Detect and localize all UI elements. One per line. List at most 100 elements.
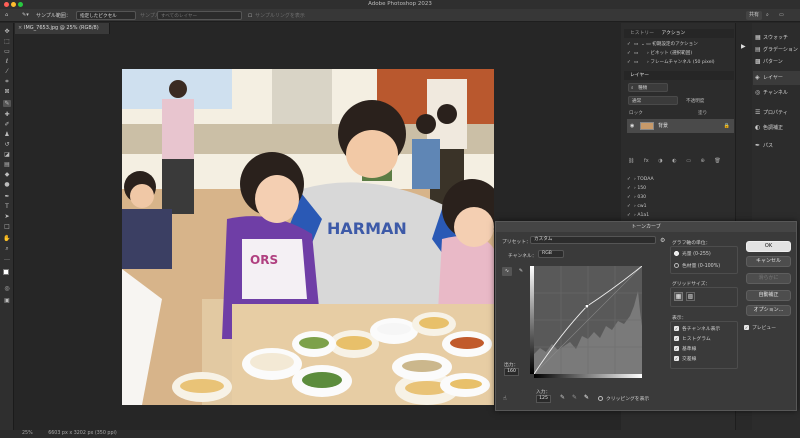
side-panel-properties[interactable]: ☰ プロパティ [753, 106, 800, 120]
brush-tool-icon[interactable]: ✐ [3, 121, 11, 128]
list-item[interactable]: ✓ › 150 [627, 185, 646, 192]
layer-kind-filter[interactable]: ⌕ 種類 [628, 83, 668, 92]
zoom-tool-icon[interactable]: ⌕ [3, 245, 11, 252]
share-button[interactable]: 共有 [746, 11, 763, 20]
blur-tool-icon[interactable]: ◆ [3, 171, 11, 178]
history-brush-icon[interactable]: ↺ [3, 141, 11, 148]
list-item[interactable]: ✓ › TODAA [627, 176, 654, 183]
document-image[interactable]: HARMAN ORS [122, 69, 494, 405]
sample-layers-select[interactable]: すべてのレイヤー [157, 11, 242, 20]
rectangle-tool-icon[interactable]: □ [3, 223, 11, 230]
screen-mode-icon[interactable]: ▣ [3, 297, 11, 304]
foreground-color-swatch[interactable] [3, 269, 9, 275]
lock-icon: 🔒 [723, 123, 730, 129]
eraser-tool-icon[interactable]: ◪ [3, 151, 11, 158]
side-panel-patterns[interactable]: ▩ パターン [753, 55, 800, 69]
eyedropper-tool-icon[interactable]: ✎▾ [22, 12, 29, 18]
move-tool-icon[interactable]: ✥ [3, 28, 11, 35]
quick-select-tool-icon[interactable]: ⁄ [3, 68, 11, 75]
action-set-expand-icon[interactable]: ⌄ ▭ [641, 42, 652, 47]
close-window-icon[interactable] [4, 2, 9, 7]
tab-history[interactable]: ヒストリー [630, 31, 654, 36]
action-row[interactable]: ✓ ▭ › フレームチャンネル (50 pixel) [627, 59, 715, 67]
marquee-tool-icon[interactable]: ▭ [3, 48, 11, 55]
blend-mode-select[interactable]: 通常 [628, 96, 678, 105]
tab-actions[interactable]: アクション [662, 31, 686, 36]
folder-icon[interactable]: ▭ [686, 158, 691, 164]
list-item[interactable]: ✓ › A1a1 [627, 212, 649, 219]
action-set-row[interactable]: ✓ ▭ ⌄ ▭ 初期設定のアクション [627, 41, 698, 49]
zoom-level[interactable]: 25% [22, 431, 33, 436]
document-tab[interactable]: × IMG_7653.jpg @ 25% (RGB/8) [15, 23, 110, 34]
grid-simple-icon[interactable]: ▦ [674, 292, 683, 301]
light-radio[interactable]: 光量 (0-255) [674, 250, 711, 257]
zoom-window-icon[interactable] [18, 2, 23, 7]
quick-mask-icon[interactable]: ◎ [3, 285, 11, 292]
tab-layers[interactable]: レイヤー [630, 73, 649, 78]
sample-ring-checkbox[interactable]: ☐ サンプルリングを表示 [248, 12, 305, 19]
grid-detailed-icon[interactable]: ▩ [686, 292, 695, 301]
adjustment-icon[interactable]: ◐ [672, 158, 676, 164]
curves-graph[interactable] [534, 266, 642, 378]
output-value-field[interactable]: 160 [504, 368, 519, 376]
action-row[interactable]: ✓ ▭ › ビネット (選択範囲) [627, 50, 692, 58]
curve-control-point[interactable] [585, 304, 589, 308]
crop-tool-icon[interactable]: ⌗ [3, 78, 11, 85]
gradient-tool-icon[interactable]: ▤ [3, 161, 11, 168]
lasso-tool-icon[interactable]: ℓ [3, 58, 11, 65]
pigment-radio[interactable]: 色材量 (0-100%) [674, 262, 720, 269]
show-channel-overlays-checkbox[interactable]: ✓ 各チャンネル表示 [674, 325, 720, 332]
more-tools-icon[interactable]: … [3, 255, 11, 262]
path-select-icon[interactable]: ➤ [3, 213, 11, 220]
layer-row-background[interactable]: ◉ 背景 🔒 [627, 119, 734, 133]
target-adjust-icon[interactable]: ☝ [503, 395, 507, 402]
minimize-window-icon[interactable] [11, 2, 16, 7]
workspace-icon[interactable]: ▭ [779, 12, 784, 18]
curve-point-tool-icon[interactable]: ∿ [502, 267, 512, 276]
clone-stamp-icon[interactable]: ♟ [3, 131, 11, 138]
trash-icon[interactable]: 🗑 [714, 158, 720, 164]
close-tab-icon[interactable]: × [18, 23, 22, 34]
link-icon[interactable]: ⛓ [628, 158, 634, 164]
mask-icon[interactable]: ◑ [658, 158, 662, 164]
side-panel-layers[interactable]: ◈ レイヤー [753, 71, 800, 85]
pencil-draw-icon[interactable]: ✎ [516, 267, 526, 276]
list-item[interactable]: ✓ › cw1 [627, 203, 647, 210]
channel-select[interactable]: RGB [538, 250, 564, 258]
gray-point-eyedropper-icon[interactable]: ✎ [572, 394, 577, 401]
pen-tool-icon[interactable]: ✒ [3, 193, 11, 200]
preset-select[interactable]: カスタム [530, 236, 656, 244]
cancel-button[interactable]: キャンセル [746, 256, 791, 267]
visibility-eye-icon[interactable]: ◉ [630, 119, 634, 133]
smooth-button[interactable]: 滑らかに [746, 273, 791, 284]
preset-options-icon[interactable]: ⚙ [660, 237, 665, 244]
preview-checkbox[interactable]: ✓ プレビュー [744, 324, 776, 331]
new-layer-icon[interactable]: ⊕ [701, 158, 705, 164]
home-icon[interactable]: ⌂ [5, 12, 8, 18]
healing-brush-icon[interactable]: ✚ [3, 111, 11, 118]
auto-button[interactable]: 自動補正 [746, 290, 791, 301]
dodge-tool-icon[interactable]: ● [3, 181, 11, 188]
type-tool-icon[interactable]: T [3, 203, 11, 210]
play-icon[interactable]: ▶ [741, 43, 746, 50]
sample-size-select[interactable]: 指定したピクセル [76, 11, 136, 20]
side-panel-channels[interactable]: ◎ チャンネル [753, 86, 800, 100]
options-button[interactable]: オプション... [746, 305, 791, 316]
show-histogram-checkbox[interactable]: ✓ ヒストグラム [674, 335, 711, 342]
show-intersection-checkbox[interactable]: ✓ 交差線 [674, 355, 696, 362]
white-point-eyedropper-icon[interactable]: ✎ [584, 394, 589, 401]
artboard-tool-icon[interactable]: ⬚ [3, 38, 11, 45]
frame-tool-icon[interactable]: ⊠ [3, 88, 11, 95]
list-item[interactable]: ✓ › 030 [627, 194, 646, 201]
ok-button[interactable]: OK [746, 241, 791, 252]
side-panel-paths[interactable]: ✒ パス [753, 139, 800, 153]
side-panel-adjustments[interactable]: ◐ 色調補正 [753, 121, 800, 135]
hand-tool-icon[interactable]: ✋ [3, 235, 11, 242]
show-clipping-checkbox[interactable]: クリッピングを表示 [598, 395, 649, 402]
eyedropper-icon[interactable]: ✎ [3, 100, 11, 107]
search-icon[interactable]: ⌕ [766, 12, 769, 18]
black-point-eyedropper-icon[interactable]: ✎ [560, 394, 565, 401]
show-baseline-checkbox[interactable]: ✓ 基準線 [674, 345, 696, 352]
fx-icon[interactable]: fx [644, 158, 649, 164]
input-value-field[interactable]: 125 [536, 395, 551, 403]
